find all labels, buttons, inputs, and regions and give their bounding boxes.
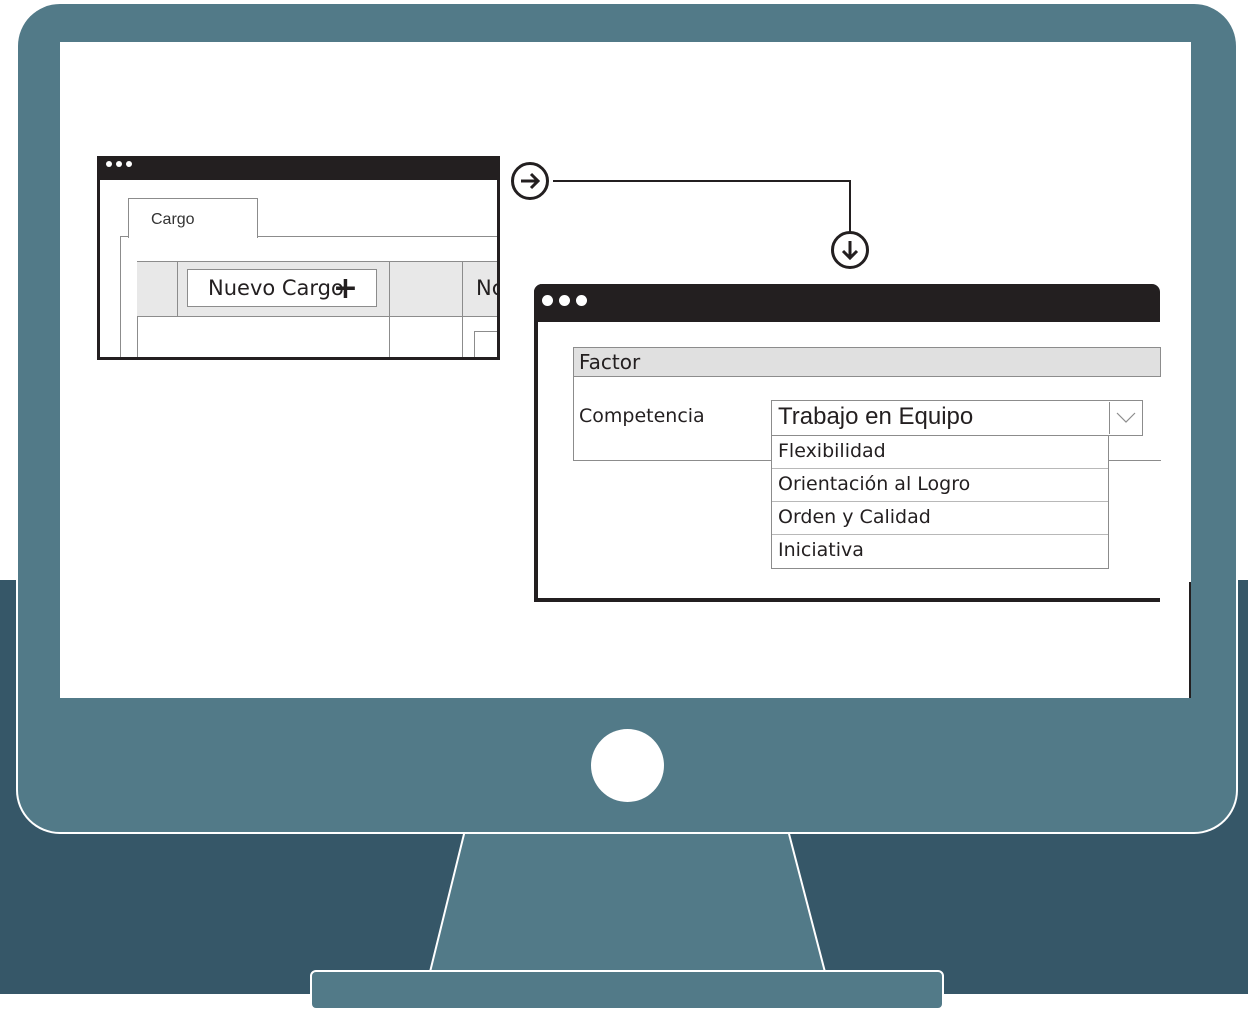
grid-cell-box [474, 331, 497, 357]
factor-window-titlebar [534, 284, 1160, 322]
factor-window: Factor Competencia Trabajo en Equipo Fle… [534, 284, 1161, 602]
chevron-down-icon [1116, 412, 1136, 423]
tab-cargo-label: Cargo [151, 211, 195, 228]
dropdown-option[interactable]: Iniciativa [772, 535, 1108, 568]
arrow-right-circle-icon [511, 162, 549, 200]
arrow-down-circle-icon [831, 231, 869, 269]
plus-icon: + [332, 271, 358, 306]
window-controls[interactable] [542, 295, 587, 306]
dropdown-options: Flexibilidad Orientación al Logro Orden … [771, 435, 1109, 569]
dropdown-option[interactable]: Orientación al Logro [772, 469, 1108, 502]
tab-cargo[interactable]: Cargo [128, 198, 258, 238]
cargo-window-titlebar [100, 156, 497, 180]
dropdown-option[interactable]: Orden y Calidad [772, 502, 1108, 535]
new-cargo-label: Nuevo Cargo [208, 276, 344, 300]
competencia-select[interactable]: Trabajo en Equipo [771, 400, 1143, 436]
section-title: Factor [573, 347, 1161, 377]
new-cargo-button[interactable]: Nuevo Cargo + [187, 269, 377, 307]
selected-value: Trabajo en Equipo [778, 403, 974, 430]
connector-line [553, 180, 850, 182]
competencia-label: Competencia [579, 405, 705, 427]
power-button[interactable] [591, 729, 664, 802]
monitor-base [310, 970, 944, 1010]
column-header-partial: Nc [476, 276, 497, 300]
connector-line-vertical [849, 180, 851, 232]
window-controls[interactable] [106, 161, 132, 167]
dropdown-toggle[interactable] [1109, 402, 1141, 434]
cargo-window: Cargo Nuevo Cargo + Nc [97, 156, 500, 360]
dropdown-option[interactable]: Flexibilidad [772, 436, 1108, 469]
screen-edge [1189, 582, 1191, 698]
